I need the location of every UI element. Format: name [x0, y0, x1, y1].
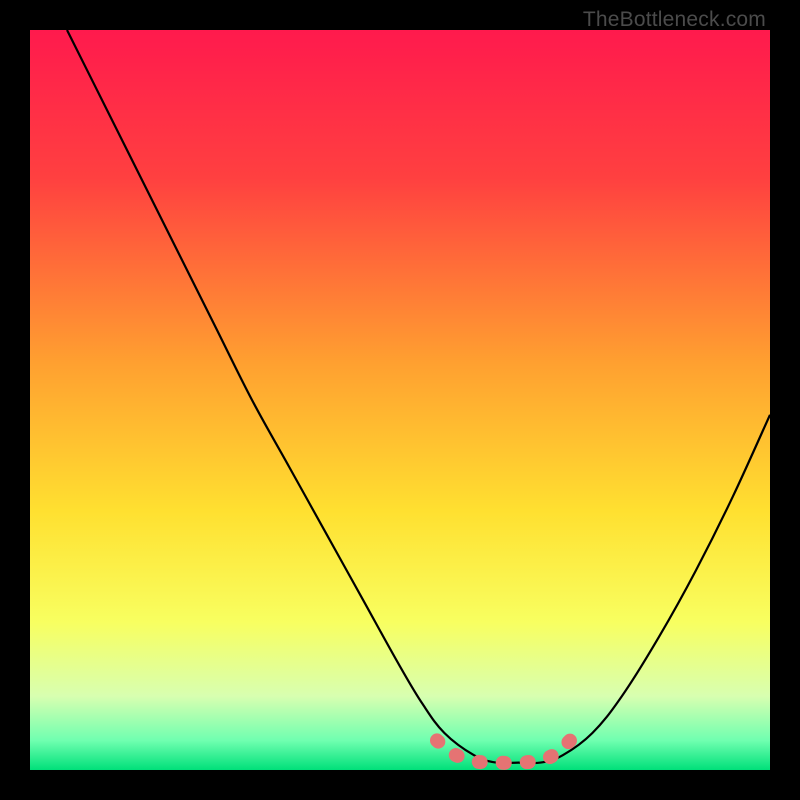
bottleneck-curve [30, 30, 770, 770]
curve-line [67, 30, 770, 763]
optimal-zone-marker [437, 726, 585, 763]
watermark-text: TheBottleneck.com [583, 8, 766, 32]
plot-area [30, 30, 770, 770]
chart-frame: TheBottleneck.com [0, 0, 800, 800]
